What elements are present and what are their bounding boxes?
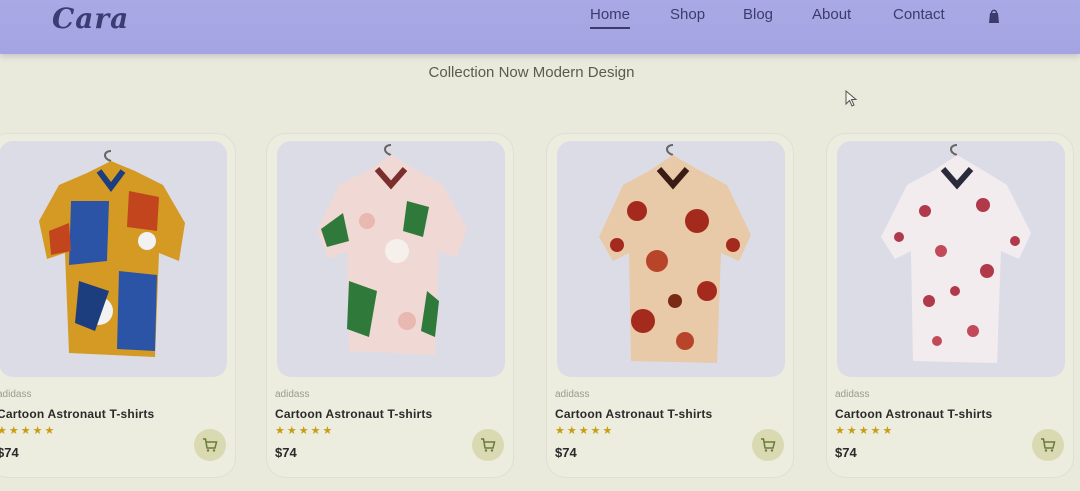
product-name[interactable]: Cartoon Astronaut T-shirts — [835, 407, 992, 421]
nav-blog-link[interactable]: Blog — [743, 6, 773, 23]
product-brand: adidass — [275, 389, 310, 400]
product-brand: adidass — [835, 389, 870, 400]
cart-icon — [761, 438, 776, 452]
cart-icon — [1041, 438, 1056, 452]
product-name[interactable]: Cartoon Astronaut T-shirts — [0, 407, 154, 421]
product-name[interactable]: Cartoon Astronaut T-shirts — [275, 407, 432, 421]
product-image[interactable] — [277, 141, 505, 377]
shopping-bag-icon[interactable] — [987, 8, 1001, 24]
mouse-pointer-icon — [845, 90, 858, 107]
add-to-cart-button[interactable] — [1032, 429, 1064, 461]
site-logo[interactable]: Cara — [52, 2, 129, 35]
section-subtitle: Collection Now Modern Design — [428, 64, 635, 81]
product-card[interactable]: adidass Cartoon Astronaut T-shirts ★★★★★… — [266, 133, 514, 478]
product-brand: adidass — [555, 389, 590, 400]
cart-icon — [203, 438, 218, 452]
star-rating: ★★★★★ — [275, 425, 335, 437]
product-image[interactable] — [557, 141, 785, 377]
nav-contact-link[interactable]: Contact — [893, 6, 945, 23]
cart-icon — [481, 438, 496, 452]
star-rating: ★★★★★ — [0, 425, 57, 437]
product-price: $74 — [835, 445, 857, 460]
site-header: Cara Home Shop Blog About Contact — [0, 0, 1080, 54]
product-price: $74 — [275, 445, 297, 460]
product-card[interactable]: adidass Cartoon Astronaut T-shirts ★★★★★… — [826, 133, 1074, 478]
add-to-cart-button[interactable] — [752, 429, 784, 461]
nav-shop-link[interactable]: Shop — [670, 6, 705, 23]
product-image[interactable] — [837, 141, 1065, 377]
product-brand: adidass — [0, 389, 32, 400]
product-card[interactable]: adidass Cartoon Astronaut T-shirts ★★★★★… — [546, 133, 794, 478]
add-to-cart-button[interactable] — [194, 429, 226, 461]
product-price: $74 — [0, 445, 19, 460]
product-name[interactable]: Cartoon Astronaut T-shirts — [555, 407, 712, 421]
product-image[interactable] — [0, 141, 227, 377]
product-price: $74 — [555, 445, 577, 460]
add-to-cart-button[interactable] — [472, 429, 504, 461]
nav-about-link[interactable]: About — [812, 6, 851, 23]
star-rating: ★★★★★ — [835, 425, 895, 437]
star-rating: ★★★★★ — [555, 425, 615, 437]
product-card[interactable]: adidass Cartoon Astronaut T-shirts ★★★★★… — [0, 133, 236, 478]
nav-home-link[interactable]: Home — [590, 6, 631, 29]
